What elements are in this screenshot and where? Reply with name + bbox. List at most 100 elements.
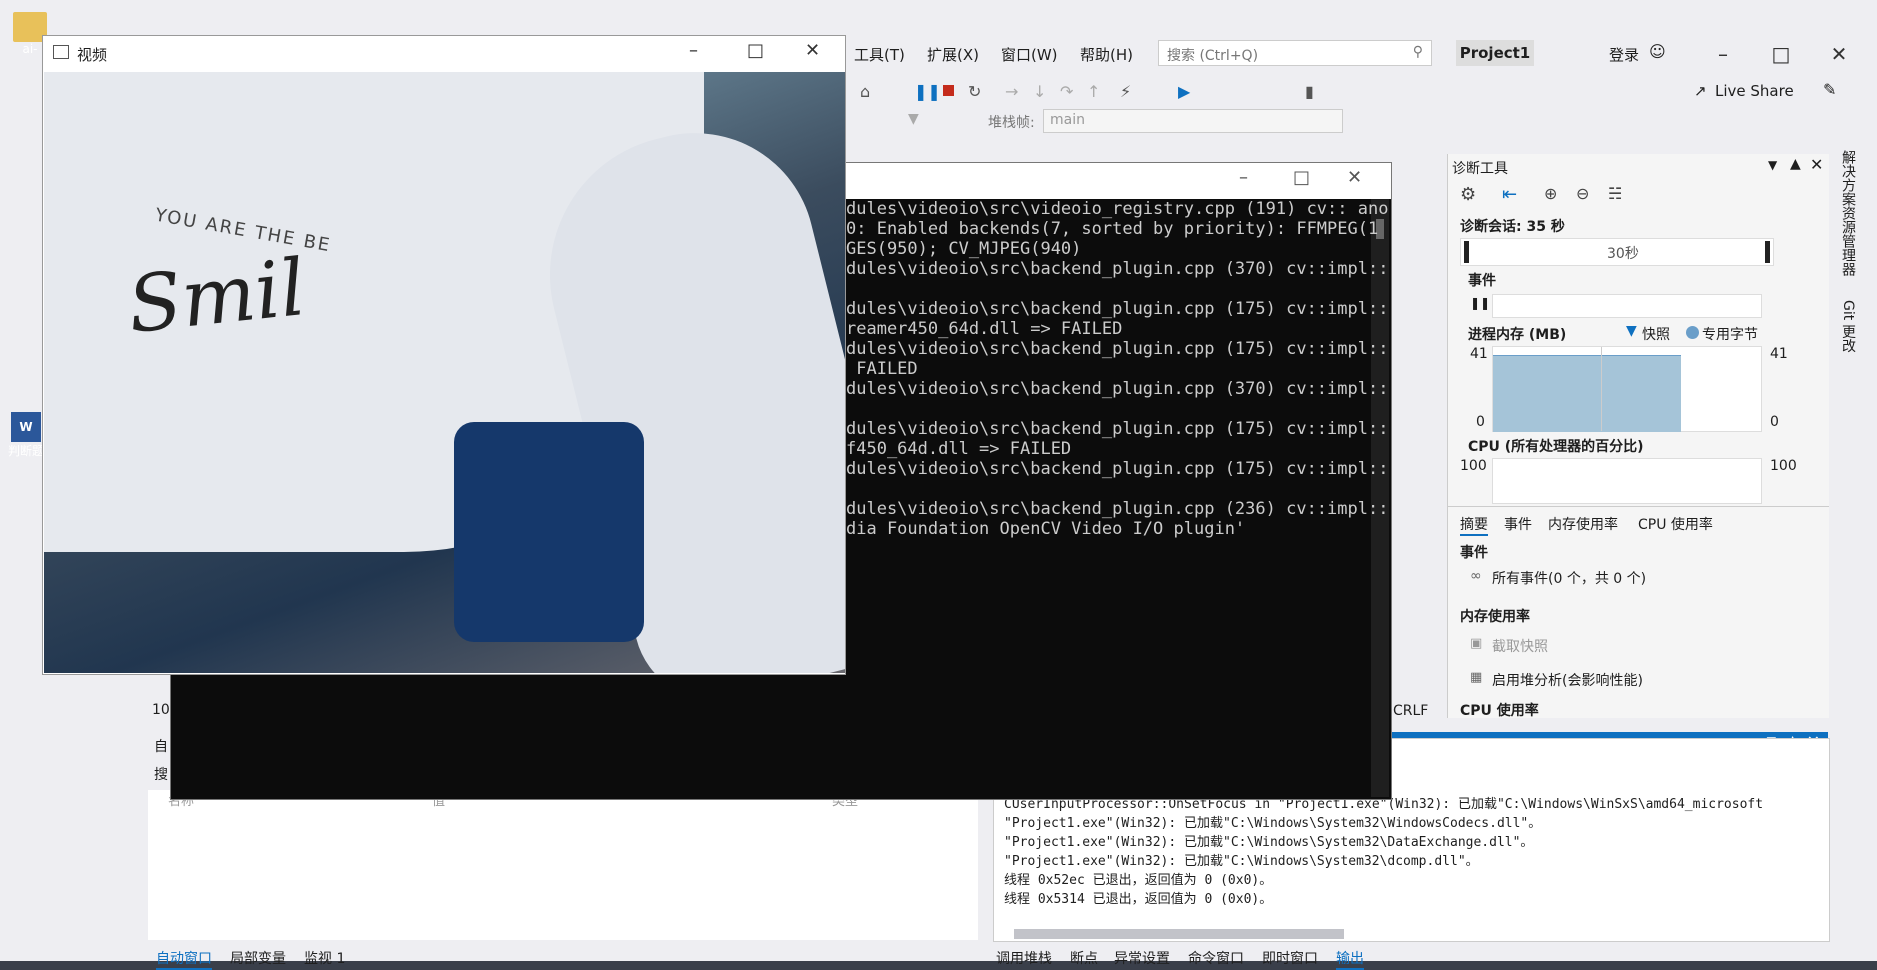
timeline-ruler[interactable]: 30秒 (1460, 238, 1774, 266)
private-bytes-swatch (1686, 326, 1699, 339)
stackframe-select[interactable]: main (1043, 109, 1343, 133)
console-minimize-icon[interactable]: – (1239, 167, 1248, 188)
video-close-icon[interactable]: ✕ (805, 40, 820, 61)
zoom-out-icon[interactable]: ⊖ (1576, 184, 1589, 203)
console-line: 0: Enabled backends(7, sorted by priorit… (846, 219, 1379, 239)
output-line: 线程 0x5314 已退出，返回值为 0 (0x0)。 (1004, 892, 1273, 907)
pin-icon[interactable]: ▲ (1790, 156, 1801, 172)
video-minimize-icon[interactable]: – (689, 40, 698, 61)
app-icon (53, 45, 69, 59)
events-header[interactable]: 事件 (1468, 270, 1496, 290)
tab-locals[interactable]: 局部变量 (230, 948, 286, 968)
console-line: GES(950); CV_MJPEG(940) (846, 239, 1082, 259)
select-tools-icon[interactable]: ⇤ (1502, 184, 1517, 205)
bookmark-icon[interactable]: ▮ (1305, 82, 1314, 101)
maximize-icon[interactable]: □ (1766, 42, 1796, 66)
snapshot-icon: ▼ (1626, 323, 1637, 339)
horizontal-scrollbar[interactable] (1014, 929, 1344, 939)
shirt-text-main: Smil (123, 242, 310, 352)
tab-command-window[interactable]: 命令窗口 (1188, 948, 1244, 968)
word-doc-icon: W (11, 412, 41, 442)
restart-icon[interactable]: ↻ (968, 82, 981, 101)
login-link[interactable]: 登录 (1609, 44, 1639, 65)
tab-watch-1[interactable]: 监视 1 (304, 948, 345, 968)
menu-window[interactable]: 窗口(W) (1001, 44, 1058, 65)
all-events-link[interactable]: 所有事件(0 个，共 0 个) (1492, 568, 1646, 588)
timeline-start-marker[interactable] (1464, 241, 1469, 263)
cpu-header[interactable]: CPU (所有处理器的百分比) (1468, 436, 1644, 456)
pause-icon[interactable]: ❚❚ (914, 82, 941, 101)
console-line: reamer450_64d.dll => FAILED (846, 319, 1123, 339)
tab-breakpoints[interactable]: 断点 (1070, 948, 1098, 968)
project-title: Project1 (1456, 40, 1534, 66)
tab-autos[interactable]: 自动窗口 (156, 948, 212, 970)
memory-header[interactable]: 进程内存 (MB) (1468, 324, 1566, 344)
step-out-icon[interactable]: ↑ (1087, 82, 1100, 101)
filter-icon[interactable]: ▼ (908, 111, 919, 127)
console-line: FAILED (846, 359, 918, 379)
take-snapshot-button[interactable]: 截取快照 (1492, 636, 1548, 656)
close-icon[interactable]: ✕ (1824, 42, 1854, 66)
reset-view-icon[interactable]: ☵ (1608, 184, 1622, 203)
locals-label-auto: 自 (154, 739, 168, 755)
stop-icon[interactable] (943, 85, 954, 96)
desktop-icon-label: 判断题 (7, 444, 44, 458)
tab-events[interactable]: 事件 (1504, 514, 1532, 534)
diag-session: 诊断会话: 35 秒 (1460, 219, 1565, 235)
show-next-statement-icon[interactable]: → (1005, 82, 1018, 101)
locals-label-search: 搜 (154, 767, 168, 783)
divider (1448, 506, 1829, 507)
jacket (454, 422, 644, 642)
console-line: dules\videoio\src\backend_plugin.cpp (17… (846, 339, 1389, 359)
tab-immediate-window[interactable]: 即时窗口 (1262, 948, 1318, 968)
desktop-icon-label: ai- (22, 42, 38, 56)
output-line: "Project1.exe"(Win32): 已加载"C:\Windows\Sy… (1004, 854, 1479, 869)
zoom-in-icon[interactable]: ⊕ (1544, 184, 1557, 203)
heap-icon: ▦ (1470, 670, 1483, 685)
menu-help[interactable]: 帮助(H) (1080, 44, 1133, 65)
menu-tools[interactable]: 工具(T) (854, 44, 905, 65)
tab-cpu-usage[interactable]: CPU 使用率 (1638, 514, 1713, 534)
pane-close-icon[interactable]: ✕ (1810, 155, 1823, 174)
heap-analysis-button[interactable]: 启用堆分析(会影响性能) (1492, 670, 1643, 690)
thread-icon[interactable]: ▶ (1178, 82, 1190, 101)
console-line: dules\videoio\src\backend_plugin.cpp (17… (846, 419, 1389, 439)
line-ending-indicator[interactable]: CRLF (1393, 703, 1428, 719)
tab-output[interactable]: 输出 (1336, 948, 1364, 970)
console-line: dules\videoio\src\backend_plugin.cpp (37… (846, 259, 1389, 279)
timeline-end-marker[interactable] (1765, 241, 1770, 263)
mem-axis-max-right: 41 (1770, 346, 1788, 362)
pane-dropdown-icon[interactable]: ▼ (1768, 158, 1777, 172)
tab-summary[interactable]: 摘要 (1460, 514, 1488, 536)
tab-memory-usage[interactable]: 内存使用率 (1548, 514, 1618, 534)
live-share-icon[interactable]: ↗ (1694, 82, 1707, 100)
tab-exception-settings[interactable]: 异常设置 (1114, 948, 1170, 968)
hot-reload-icon[interactable]: ⚡ (1120, 82, 1131, 101)
step-into-icon[interactable]: ↓ (1033, 82, 1046, 101)
live-share-button[interactable]: Live Share (1715, 82, 1794, 100)
gridline (1601, 347, 1602, 431)
console-line: dules\videoio\src\backend_plugin.cpp (23… (846, 499, 1389, 519)
user-icon[interactable]: ☺ (1649, 42, 1666, 61)
settings-icon[interactable]: ⚙ (1460, 184, 1476, 205)
step-over-icon[interactable]: ↷ (1060, 82, 1073, 101)
console-scrollbar[interactable] (1371, 199, 1389, 797)
mem-axis-min-right: 0 (1770, 414, 1779, 430)
events-pause-icon[interactable]: ❚❚ (1470, 296, 1490, 310)
tab-call-stack[interactable]: 调用堆栈 (996, 948, 1052, 968)
search-input[interactable]: 搜索 (Ctrl+Q) ⚲ (1158, 40, 1432, 66)
console-maximize-icon[interactable]: □ (1293, 167, 1310, 188)
side-tab-git-changes[interactable]: Git 更改 (1838, 300, 1858, 353)
console-line: dules\videoio\src\backend_plugin.cpp (17… (846, 299, 1389, 319)
menu-extensions[interactable]: 扩展(X) (927, 44, 979, 65)
console-line: dules\videoio\src\videoio_registry.cpp (… (846, 199, 1389, 219)
process-icon[interactable]: ⌂ (860, 82, 870, 101)
console-close-icon[interactable]: ✕ (1347, 167, 1362, 188)
feedback-icon[interactable]: ✎ (1823, 80, 1836, 99)
minimize-icon[interactable]: – (1708, 42, 1738, 66)
locals-pane: 名称 值 类型 (148, 790, 978, 940)
stackframe-label: 堆栈帧: (988, 115, 1035, 131)
side-tab-solution-explorer[interactable]: 解决方案资源管理器 (1838, 150, 1858, 276)
video-frame: YOU ARE THE BE Smil (44, 72, 845, 673)
video-maximize-icon[interactable]: □ (747, 40, 764, 61)
